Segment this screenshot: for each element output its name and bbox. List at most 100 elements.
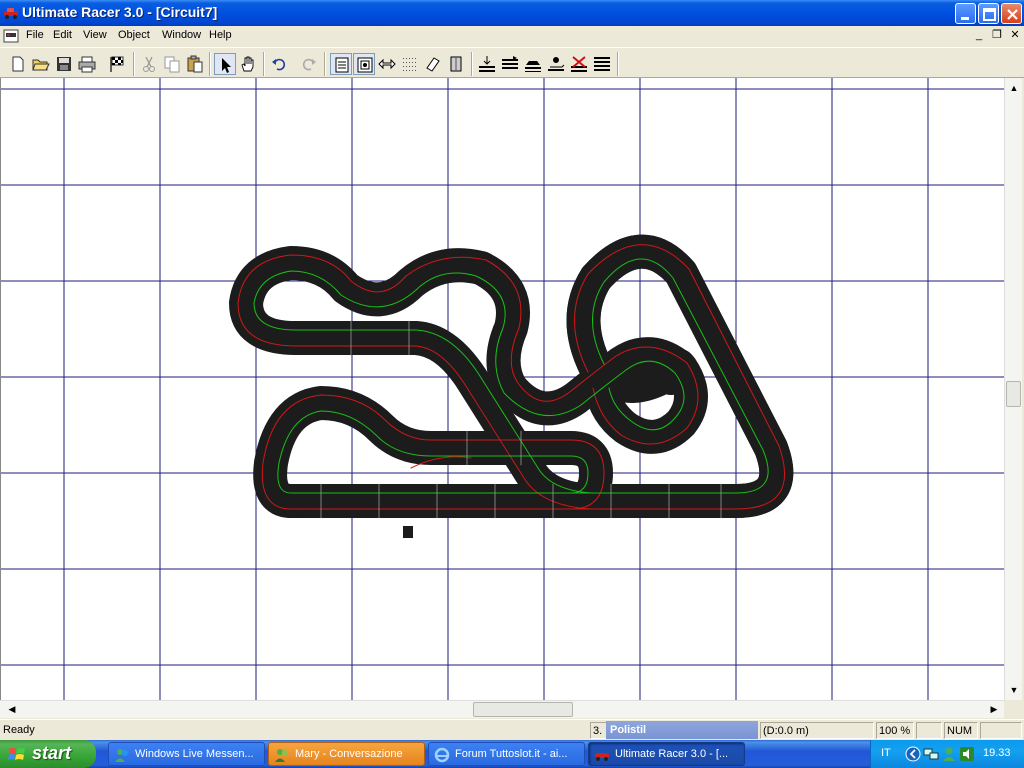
undo-button[interactable] xyxy=(268,53,290,75)
scroll-left-arrow-icon[interactable]: ◀ xyxy=(4,701,20,717)
grid-icon xyxy=(403,58,416,71)
slot-track-circuit[interactable] xyxy=(229,234,794,538)
start-label: start xyxy=(32,743,72,763)
driver-button[interactable] xyxy=(545,53,567,75)
status-scrl-pane xyxy=(980,722,1022,739)
menu-help[interactable]: Help xyxy=(204,28,237,44)
scroll-up-arrow-icon[interactable]: ▲ xyxy=(1006,80,1022,96)
mdi-close-button[interactable]: ✕ xyxy=(1008,29,1022,43)
toolbar-separator xyxy=(471,52,473,76)
save-disk-icon xyxy=(57,57,71,71)
car-icon xyxy=(525,61,541,72)
status-ready: Ready xyxy=(3,724,35,736)
task-ultimate-racer[interactable]: Ultimate Racer 3.0 - [... xyxy=(588,742,745,766)
scroll-right-arrow-icon[interactable]: ▶ xyxy=(986,701,1002,717)
start-button[interactable]: start xyxy=(0,740,96,768)
language-indicator[interactable]: IT xyxy=(881,747,891,759)
menu-edit[interactable]: Edit xyxy=(48,28,77,44)
status-zoom: 100 % xyxy=(879,725,911,737)
hand-icon xyxy=(241,56,254,72)
copy-icon xyxy=(164,56,180,73)
circuit-drawing[interactable] xyxy=(1,78,1004,700)
menu-object[interactable]: Object xyxy=(113,28,155,44)
print-button[interactable] xyxy=(76,53,98,75)
lanes-button[interactable] xyxy=(499,53,521,75)
messenger-status-icon[interactable] xyxy=(941,746,957,762)
vertical-scrollbar[interactable]: ▲ ▼ xyxy=(1004,78,1022,700)
internet-explorer-icon xyxy=(434,747,450,763)
grid-button[interactable] xyxy=(399,53,421,75)
maximize-button[interactable] xyxy=(978,3,999,24)
clock: 19.33 xyxy=(983,747,1011,759)
arrow-pointer-icon xyxy=(222,58,231,73)
all-lanes-button[interactable] xyxy=(591,53,613,75)
flip-arrows-icon xyxy=(378,58,396,70)
view-normal-button[interactable] xyxy=(330,53,352,75)
status-empty-pane xyxy=(916,722,942,739)
redo-button[interactable] xyxy=(298,53,320,75)
design-canvas[interactable] xyxy=(0,78,1004,700)
toolbar-separator xyxy=(209,52,211,76)
paste-button[interactable] xyxy=(184,53,206,75)
eraser-button[interactable] xyxy=(422,53,444,75)
minimize-icon xyxy=(961,17,969,20)
close-button[interactable] xyxy=(1001,3,1022,24)
menu-view[interactable]: View xyxy=(78,28,112,44)
status-distance: (D:0.0 m) xyxy=(763,725,809,737)
windows-logo-icon xyxy=(8,748,25,760)
mdi-restore-button[interactable]: ❐ xyxy=(990,29,1004,43)
close-icon xyxy=(1007,9,1018,20)
network-icon[interactable] xyxy=(923,746,939,762)
copy-button[interactable] xyxy=(161,53,183,75)
car-button[interactable] xyxy=(522,53,544,75)
start-line-marker[interactable] xyxy=(403,526,413,538)
system-tray: IT 19.33 xyxy=(870,740,1024,768)
lanes-icon xyxy=(502,56,518,69)
window-title: Ultimate Racer 3.0 - [Circuit7] xyxy=(22,4,218,20)
status-num-pane: NUM xyxy=(944,722,978,739)
tray-expand-icon[interactable] xyxy=(905,746,921,762)
menu-window[interactable]: Window xyxy=(157,28,206,44)
horizontal-scroll-thumb[interactable] xyxy=(473,702,573,717)
toolbar-separator xyxy=(324,52,326,76)
scissors-icon xyxy=(143,56,155,72)
volume-icon[interactable] xyxy=(959,746,975,762)
pan-tool-button[interactable] xyxy=(237,53,259,75)
driver-icon xyxy=(548,57,565,71)
flip-button[interactable] xyxy=(376,53,398,75)
save-button[interactable] xyxy=(53,53,75,75)
scroll-down-arrow-icon[interactable]: ▼ xyxy=(1006,682,1022,698)
new-button[interactable] xyxy=(7,53,29,75)
task-label: Windows Live Messen... xyxy=(135,748,254,760)
mdi-minimize-button[interactable]: _ xyxy=(972,29,986,43)
piece-button[interactable] xyxy=(445,53,467,75)
menu-file[interactable]: File xyxy=(21,28,49,44)
toolbar xyxy=(0,47,1024,78)
vertical-scroll-thumb[interactable] xyxy=(1006,381,1021,407)
messenger-chat-icon xyxy=(275,749,288,762)
insert-track-icon xyxy=(479,56,495,72)
status-position: 3. xyxy=(593,725,603,737)
document-icon[interactable] xyxy=(3,28,19,44)
minimize-button[interactable] xyxy=(955,3,976,24)
select-tool-button[interactable] xyxy=(214,53,236,75)
scenery-view-icon xyxy=(357,57,373,73)
delete-track-button[interactable] xyxy=(568,53,590,75)
toolbar-separator xyxy=(617,52,619,76)
task-forum-tuttoslot[interactable]: Forum Tuttoslot.it - ai... xyxy=(428,742,585,766)
status-zoom-pane: 100 % xyxy=(876,722,914,739)
cut-button[interactable] xyxy=(138,53,160,75)
paste-icon xyxy=(187,55,203,73)
open-folder-icon xyxy=(32,59,50,71)
insert-track-button[interactable] xyxy=(476,53,498,75)
task-windows-live-messenger[interactable]: Windows Live Messen... xyxy=(108,742,265,766)
open-button[interactable] xyxy=(30,53,52,75)
horizontal-scrollbar[interactable]: ◀ ▶ xyxy=(0,700,1004,718)
app-car-icon xyxy=(4,8,18,19)
title-bar[interactable]: Ultimate Racer 3.0 - [Circuit7] xyxy=(0,0,1024,26)
scrollbar-corner xyxy=(1004,700,1024,718)
view-3d-button[interactable] xyxy=(353,53,375,75)
race-button[interactable] xyxy=(106,53,128,75)
maximize-icon xyxy=(983,8,996,21)
task-mary-conversation[interactable]: Mary - Conversazione xyxy=(268,742,425,766)
